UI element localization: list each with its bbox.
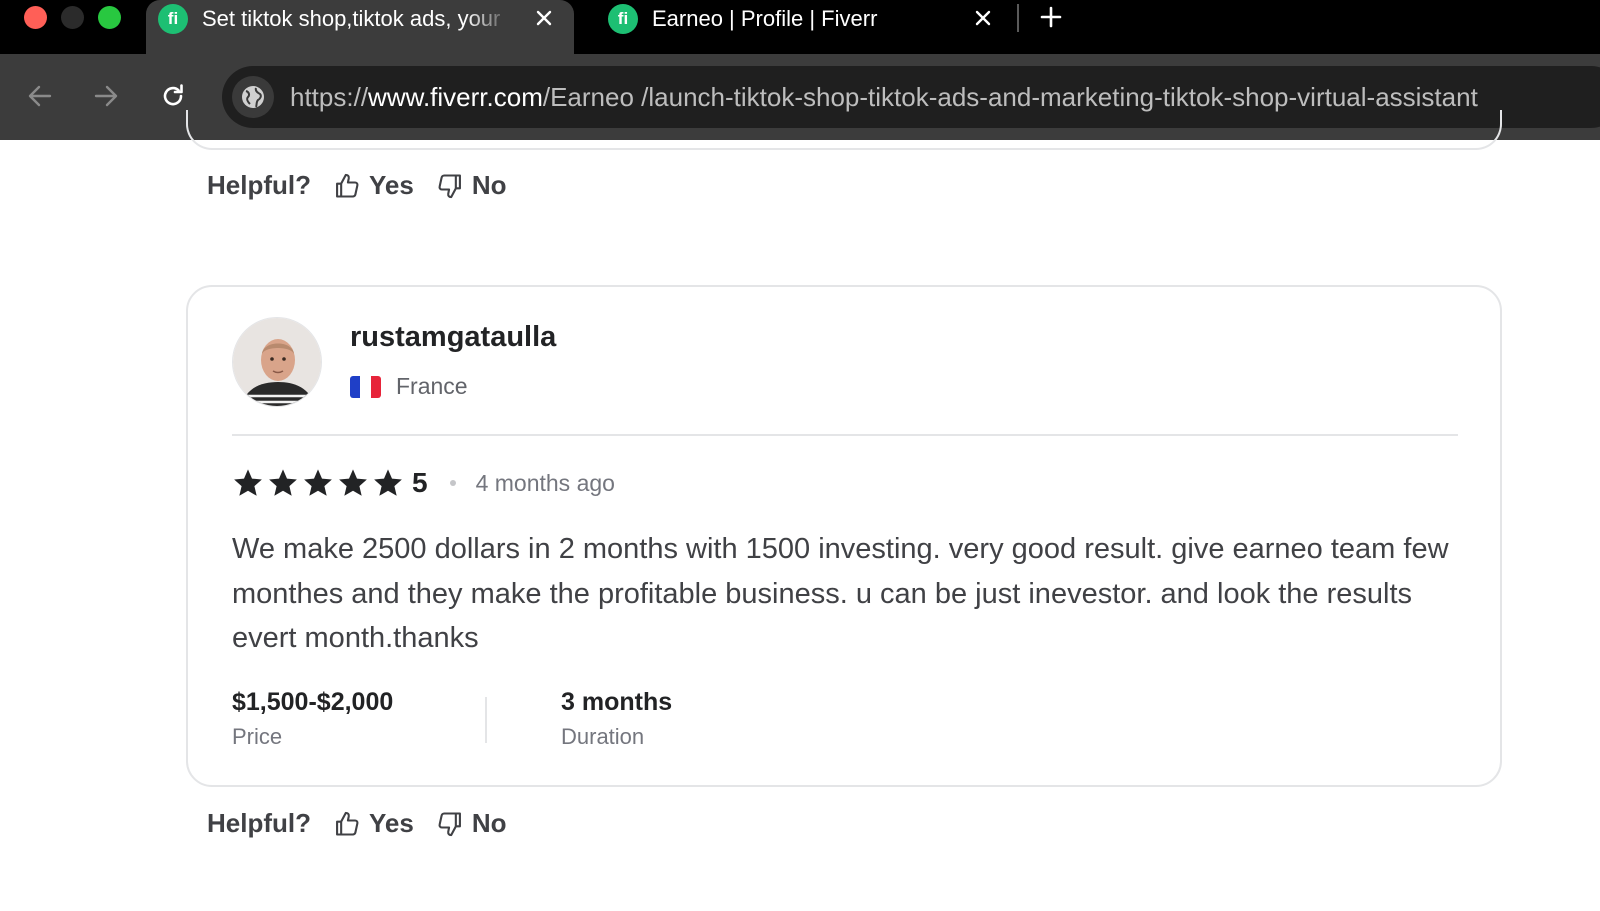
- duration-info: 3 months Duration: [561, 687, 672, 750]
- plus-icon: [1040, 6, 1062, 28]
- star-icon: [339, 469, 367, 496]
- france-flag-icon: [350, 375, 381, 398]
- star-icon: [374, 469, 402, 496]
- helpful-yes-button[interactable]: Yes: [333, 170, 414, 201]
- helpful-no-button[interactable]: No: [436, 808, 507, 839]
- tab-separator: [1017, 4, 1019, 32]
- tab-title: Set tiktok shop,tiktok ads, your: [202, 6, 501, 31]
- thumbs-down-icon: [438, 173, 461, 198]
- close-icon: [975, 10, 991, 26]
- minimize-window-button[interactable]: [61, 6, 84, 29]
- reviewer-avatar[interactable]: [232, 317, 322, 407]
- star-icon: [269, 469, 297, 496]
- tab-gig-page[interactable]: fi Set tiktok shop,tiktok ads, your: [146, 0, 574, 54]
- helpful-no-button[interactable]: No: [436, 170, 507, 201]
- close-tab-button[interactable]: [971, 6, 995, 30]
- tab-profile-page[interactable]: fi Earneo | Profile | Fiverr: [596, 0, 1016, 54]
- url-text: https://www.fiverr.com/Earneo /launch-ti…: [290, 82, 1478, 112]
- helpful-yes-label: Yes: [369, 808, 414, 838]
- review-card: rustamgataulla France 5 4 months ago We …: [186, 285, 1502, 787]
- reload-icon: [163, 84, 183, 106]
- rating-value: 5: [412, 467, 428, 498]
- helpful-yes-label: Yes: [369, 170, 414, 200]
- price-value: $1,500-$2,000: [232, 688, 394, 716]
- meta-separator: [485, 697, 487, 743]
- fiverr-favicon-icon: fi: [158, 4, 188, 34]
- helpful-yes-button[interactable]: Yes: [333, 808, 414, 839]
- globe-icon: [242, 86, 264, 108]
- fiverr-favicon-icon: fi: [608, 4, 638, 34]
- close-tab-button[interactable]: [532, 6, 556, 30]
- close-icon: [536, 10, 552, 26]
- divider: [232, 434, 1458, 436]
- star-icon: [234, 469, 262, 496]
- reviewer-username[interactable]: rustamgataulla: [350, 321, 556, 354]
- close-window-button[interactable]: [24, 6, 47, 29]
- reload-button[interactable]: [155, 78, 191, 114]
- helpful-no-label: No: [471, 170, 507, 200]
- arrow-right-icon: [94, 85, 118, 107]
- browser-tab-bar: fi Set tiktok shop,tiktok ads, your fi E…: [0, 0, 1600, 54]
- avatar-photo: [233, 318, 321, 406]
- star-icon: [304, 469, 332, 496]
- price-info: $1,500-$2,000 Price: [232, 687, 393, 750]
- previous-review-card: [186, 110, 1502, 150]
- helpful-feedback-previous: Helpful? Yes No: [207, 170, 529, 201]
- back-button[interactable]: [22, 78, 58, 114]
- helpful-label: Helpful?: [207, 170, 311, 200]
- separator-dot: [449, 480, 456, 486]
- helpful-label: Helpful?: [207, 808, 311, 838]
- thumbs-up-icon: [336, 173, 359, 198]
- duration-value: 3 months: [561, 688, 673, 716]
- forward-button[interactable]: [88, 78, 124, 114]
- price-label: Price: [232, 724, 283, 749]
- review-text: We make 2500 dollars in 2 months with 15…: [232, 533, 1449, 654]
- fullscreen-window-button[interactable]: [98, 6, 121, 29]
- duration-label: Duration: [561, 724, 645, 749]
- reviewer-country: France: [350, 373, 468, 400]
- helpful-no-label: No: [471, 808, 507, 838]
- rating-row: 5 4 months ago: [232, 467, 615, 499]
- arrow-left-icon: [28, 85, 52, 107]
- review-time: 4 months ago: [475, 469, 615, 496]
- new-tab-button[interactable]: [1036, 2, 1066, 32]
- tab-title: Earneo | Profile | Fiverr: [652, 6, 878, 31]
- thumbs-down-icon: [438, 811, 461, 836]
- helpful-feedback: Helpful? Yes No: [207, 808, 529, 839]
- country-name: France: [396, 373, 468, 399]
- thumbs-up-icon: [336, 811, 359, 836]
